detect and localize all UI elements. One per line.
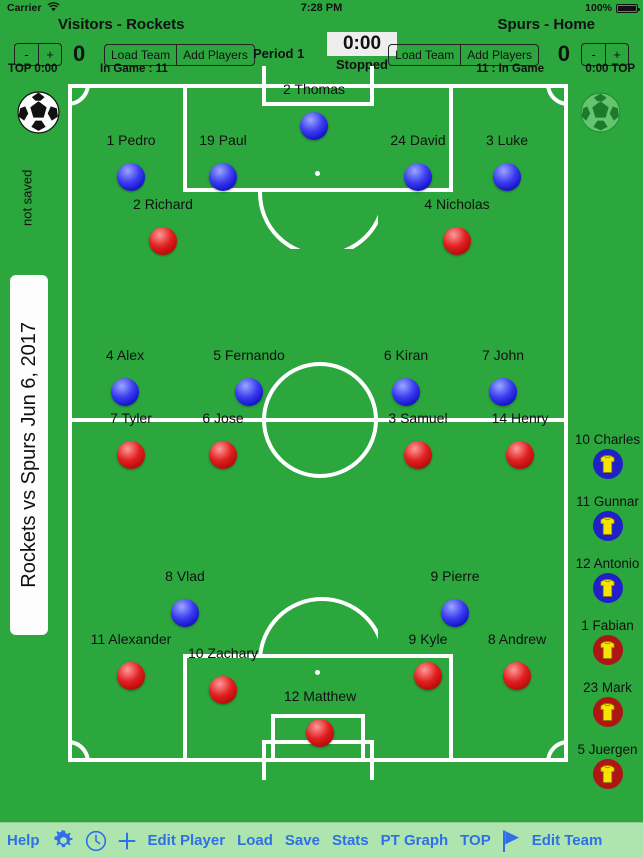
status-clock: 7:28 PM bbox=[300, 2, 343, 14]
field-player-label: 19 Paul bbox=[199, 132, 247, 148]
jersey-icon[interactable] bbox=[592, 635, 623, 665]
field-player-marker[interactable] bbox=[404, 441, 432, 469]
status-bar: Carrier 7:28 PM 100% bbox=[0, 0, 643, 16]
field-player-marker[interactable] bbox=[443, 227, 471, 255]
toolbar-top-button[interactable]: TOP bbox=[460, 823, 491, 858]
visitor-top-time: TOP 0:00 bbox=[8, 63, 58, 75]
battery-full-icon bbox=[616, 4, 640, 13]
field-player-marker[interactable] bbox=[441, 599, 469, 627]
field-player-marker[interactable] bbox=[235, 378, 263, 406]
visitor-in-game-count: In Game : 11 bbox=[100, 63, 168, 75]
field-player-label: 7 John bbox=[481, 347, 525, 363]
toolbar-load-button[interactable]: Load bbox=[237, 823, 273, 858]
home-in-game-count: 11 : In Game bbox=[476, 63, 544, 75]
field-player-label: 12 Matthew bbox=[283, 688, 357, 704]
battery-percent-label: 100% bbox=[585, 2, 612, 14]
not-saved-label: not saved bbox=[19, 169, 35, 226]
toolbar-flag-icon[interactable] bbox=[501, 823, 523, 858]
bench-player-label: 5 Juergen bbox=[577, 742, 638, 757]
field-player-label: 7 Tyler bbox=[110, 410, 152, 426]
toolbar-edit-team-button[interactable]: Edit Team bbox=[532, 823, 603, 858]
jersey-icon[interactable] bbox=[592, 511, 623, 541]
field-player-marker[interactable] bbox=[171, 599, 199, 627]
penalty-arc-bottom bbox=[258, 597, 378, 657]
bottom-toolbar: Help Edit Player Load Save Stats PT Graph TOP E… bbox=[0, 822, 643, 858]
field-player-label: 2 Richard bbox=[133, 196, 193, 212]
field-player-label: 11 Alexander bbox=[90, 631, 172, 647]
toolbar-clock-icon[interactable] bbox=[85, 823, 107, 858]
toolbar-pt-graph-button[interactable]: PT Graph bbox=[381, 823, 449, 858]
scoreboard-header: Visitors - Rockets Spurs - Home - + 0 Lo… bbox=[0, 16, 643, 72]
game-timer-value[interactable]: 0:00 bbox=[327, 32, 397, 56]
field-player-marker[interactable] bbox=[209, 676, 237, 704]
jersey-icon[interactable] bbox=[592, 449, 623, 479]
bench-player-label: 12 Antonio bbox=[575, 556, 640, 571]
field-player-label: 8 Vlad bbox=[165, 568, 205, 584]
field-player-marker[interactable] bbox=[111, 378, 139, 406]
field-player-label: 6 Jose bbox=[202, 410, 244, 426]
soccer-ball-icon-green[interactable] bbox=[578, 90, 623, 135]
game-title-panel[interactable]: Rockets vs Spurs Jun 6, 2017 bbox=[10, 275, 48, 635]
field-player-marker[interactable] bbox=[306, 719, 334, 747]
center-circle bbox=[262, 362, 378, 478]
jersey-icon[interactable] bbox=[592, 573, 623, 603]
home-team-title: Spurs - Home bbox=[497, 16, 595, 33]
penalty-spot-top bbox=[315, 171, 320, 176]
field-player-marker[interactable] bbox=[404, 163, 432, 191]
field-player-label: 9 Pierre bbox=[430, 568, 480, 584]
bench-players-list: 10 Charles 11 Gunnar 12 Antonio 1 Fabian 23 … bbox=[572, 432, 643, 822]
toolbar-help-button[interactable]: Help bbox=[7, 823, 40, 858]
toolbar-plus-icon[interactable] bbox=[117, 823, 137, 858]
game-title-label: Rockets vs Spurs Jun 6, 2017 bbox=[17, 322, 40, 588]
jersey-icon[interactable] bbox=[592, 759, 623, 789]
field-player-marker[interactable] bbox=[117, 441, 145, 469]
toolbar-stats-button[interactable]: Stats bbox=[332, 823, 369, 858]
field-player-label: 14 Henry bbox=[491, 410, 549, 426]
field-player-label: 3 Luke bbox=[485, 132, 529, 148]
bench-player-label: 10 Charles bbox=[574, 432, 641, 447]
toolbar-edit-player-button[interactable]: Edit Player bbox=[148, 823, 226, 858]
bench-player-label: 11 Gunnar bbox=[576, 494, 639, 509]
field-player-marker[interactable] bbox=[392, 378, 420, 406]
field-player-label: 3 Samuel bbox=[388, 410, 448, 426]
penalty-spot-bottom bbox=[315, 670, 320, 675]
field-player-marker[interactable] bbox=[493, 163, 521, 191]
field-player-marker[interactable] bbox=[149, 227, 177, 255]
field-player-marker[interactable] bbox=[117, 662, 145, 690]
field-player-label: 8 Andrew bbox=[487, 631, 547, 647]
field-player-label: 9 Kyle bbox=[408, 631, 448, 647]
toolbar-gear-icon[interactable] bbox=[53, 823, 74, 858]
soccer-field[interactable]: 2 Thomas 1 Pedro 19 Paul 24 David 3 Luke 2 Ri… bbox=[68, 66, 568, 780]
field-player-label: 4 Alex bbox=[105, 347, 145, 363]
field-player-label: 2 Thomas bbox=[283, 81, 345, 97]
bench-player-label: 1 Fabian bbox=[581, 618, 634, 633]
bench-player-label: 23 Mark bbox=[583, 680, 632, 695]
field-player-label: 6 Kiran bbox=[383, 347, 429, 363]
field-player-marker[interactable] bbox=[300, 112, 328, 140]
jersey-icon[interactable] bbox=[592, 697, 623, 727]
soccer-ball-icon[interactable] bbox=[16, 90, 61, 135]
field-player-marker[interactable] bbox=[503, 662, 531, 690]
period-label: Period 1 bbox=[253, 46, 305, 61]
field-player-marker[interactable] bbox=[117, 163, 145, 191]
penalty-arc-top bbox=[258, 189, 378, 249]
field-player-marker[interactable] bbox=[414, 662, 442, 690]
home-top-time: 0:00 TOP bbox=[585, 63, 635, 75]
field-player-marker[interactable] bbox=[506, 441, 534, 469]
field-player-label: 1 Pedro bbox=[106, 132, 156, 148]
toolbar-save-button[interactable]: Save bbox=[285, 823, 320, 858]
field-player-label: 5 Fernando bbox=[213, 347, 285, 363]
field-player-label: 24 David bbox=[390, 132, 446, 148]
visitor-team-title: Visitors - Rockets bbox=[58, 16, 185, 33]
field-player-marker[interactable] bbox=[209, 441, 237, 469]
field-player-label: 10 Zachary bbox=[187, 645, 259, 661]
field-player-marker[interactable] bbox=[209, 163, 237, 191]
field-player-label: 4 Nicholas bbox=[424, 196, 490, 212]
field-player-marker[interactable] bbox=[489, 378, 517, 406]
